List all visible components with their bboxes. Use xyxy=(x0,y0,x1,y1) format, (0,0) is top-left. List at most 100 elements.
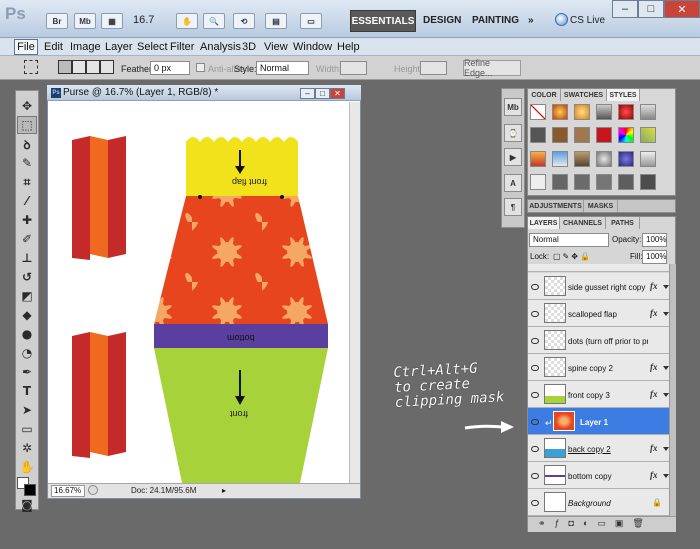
style-swatch[interactable] xyxy=(530,104,546,120)
eye-icon[interactable] xyxy=(531,392,539,398)
refine-edge-button[interactable]: Refine Edge... xyxy=(463,58,521,78)
fx-icon[interactable]: fx xyxy=(650,443,658,453)
fx-icon[interactable]: fx xyxy=(650,308,658,318)
layers-scrollbar[interactable] xyxy=(669,264,676,516)
crop-tool-icon[interactable]: ⌗ xyxy=(17,173,37,191)
lasso-tool-icon[interactable]: ꝺ xyxy=(17,135,37,153)
eye-icon[interactable] xyxy=(531,446,539,452)
3d-rotate-icon[interactable]: ✲ xyxy=(17,439,37,457)
brush-tool-icon[interactable]: ✐ xyxy=(17,230,37,248)
menu-layer[interactable]: Layer xyxy=(105,41,133,53)
style-swatch[interactable] xyxy=(640,104,656,120)
eye-icon[interactable] xyxy=(531,338,539,344)
rotate-view-icon[interactable]: ⟲ xyxy=(233,13,255,29)
cs-live-icon[interactable] xyxy=(555,13,568,26)
style-swatch[interactable] xyxy=(530,150,546,167)
style-swatch[interactable] xyxy=(574,104,590,120)
style-swatch[interactable] xyxy=(596,150,612,167)
menu-analysis[interactable]: Analysis xyxy=(200,41,241,53)
tab-masks[interactable]: MASKS xyxy=(584,200,618,212)
style-swatch[interactable] xyxy=(618,173,634,190)
move-tool-icon[interactable]: ✥ xyxy=(17,97,37,115)
menu-window[interactable]: Window xyxy=(293,41,332,53)
menu-filter[interactable]: Filter xyxy=(170,41,194,53)
style-swatch[interactable] xyxy=(640,127,656,144)
shape-tool-icon[interactable]: ▭ xyxy=(17,420,37,438)
style-swatch[interactable] xyxy=(596,104,612,120)
eyedropper-icon[interactable]: ⁄ xyxy=(17,192,37,210)
style-swatch[interactable] xyxy=(596,173,612,190)
menu-edit[interactable]: Edit xyxy=(44,41,63,53)
menu-select[interactable]: Select xyxy=(137,41,168,53)
menu-view[interactable]: View xyxy=(264,41,288,53)
intersect-selection-icon[interactable] xyxy=(100,60,114,74)
character-panel-icon[interactable]: A xyxy=(504,174,522,192)
mini-bridge-panel-icon[interactable]: Mb xyxy=(504,98,522,116)
document-zoom-field[interactable]: 16.67% xyxy=(51,485,85,497)
antialias-checkbox[interactable] xyxy=(196,63,205,72)
eye-icon[interactable] xyxy=(531,365,539,371)
style-swatch[interactable] xyxy=(596,127,612,144)
actions-panel-icon[interactable]: ▶ xyxy=(504,148,522,166)
clone-stamp-icon[interactable]: ⊥ xyxy=(17,249,37,267)
zoom-tool-icon[interactable]: 🔍 xyxy=(203,13,225,29)
fx-icon[interactable]: fx xyxy=(650,281,658,291)
maximize-button[interactable]: □ xyxy=(638,0,664,18)
hand-tool-icon[interactable]: ✋ xyxy=(176,13,198,29)
more-workspaces[interactable]: » xyxy=(528,15,534,26)
style-swatch[interactable] xyxy=(574,127,590,144)
layer-row-partial[interactable] xyxy=(528,264,669,272)
style-swatch[interactable] xyxy=(552,173,568,190)
eye-icon[interactable] xyxy=(531,500,539,506)
style-swatch[interactable] xyxy=(574,150,590,167)
style-swatch[interactable] xyxy=(552,104,568,120)
eye-icon[interactable] xyxy=(531,473,539,479)
opacity-input[interactable]: 100% xyxy=(642,233,667,247)
history-brush-icon[interactable]: ↺ xyxy=(17,268,37,286)
fx-icon[interactable]: fx xyxy=(650,362,658,372)
blend-mode-select[interactable]: Normal xyxy=(529,233,609,247)
new-selection-icon[interactable] xyxy=(58,60,72,74)
tab-color[interactable]: COLOR xyxy=(528,89,561,101)
subtract-selection-icon[interactable] xyxy=(86,60,100,74)
workspace-painting[interactable]: PAINTING xyxy=(472,15,519,26)
rectangular-marquee-icon[interactable]: ⬚ xyxy=(17,116,37,134)
cs-live-button[interactable]: CS Live xyxy=(570,15,605,26)
fill-input[interactable]: 100% xyxy=(642,250,667,264)
style-select[interactable]: Normal xyxy=(256,61,309,75)
paint-bucket-icon[interactable]: ◆ xyxy=(17,306,37,324)
screen-mode-icon[interactable]: ▭ xyxy=(300,13,322,29)
eye-icon[interactable] xyxy=(531,284,539,290)
pen-tool-icon[interactable]: ✒ xyxy=(17,363,37,381)
path-selection-icon[interactable]: ➤ xyxy=(17,401,37,419)
document-scrollbar[interactable] xyxy=(349,102,360,483)
bridge-icon[interactable]: Br xyxy=(46,13,68,29)
workspace-design[interactable]: DESIGN xyxy=(423,15,461,26)
marquee-preset-icon[interactable] xyxy=(24,60,38,74)
doc-minimize-button[interactable]: – xyxy=(300,88,315,99)
height-input[interactable] xyxy=(420,61,447,75)
eye-icon[interactable] xyxy=(531,311,539,317)
blur-tool-icon[interactable]: ● xyxy=(17,325,37,343)
style-swatch[interactable] xyxy=(530,173,546,190)
quick-mask-icon[interactable]: ◙ xyxy=(17,496,37,514)
hand-tool-panel-icon[interactable]: ✋ xyxy=(17,458,37,476)
style-swatch[interactable] xyxy=(640,150,656,167)
style-swatch[interactable] xyxy=(618,127,634,144)
tab-layers[interactable]: LAYERS xyxy=(528,217,560,229)
document-canvas[interactable] xyxy=(52,102,348,483)
quick-selection-icon[interactable]: ✎ xyxy=(17,154,37,172)
paragraph-panel-icon[interactable]: ¶ xyxy=(504,198,522,216)
tab-swatches[interactable]: SWATCHES xyxy=(561,89,607,101)
fx-icon[interactable]: fx xyxy=(650,470,658,480)
style-swatch[interactable] xyxy=(530,127,546,144)
eraser-tool-icon[interactable]: ◩ xyxy=(17,287,37,305)
fx-icon[interactable]: fx xyxy=(650,389,658,399)
mini-bridge-icon[interactable]: Mb xyxy=(74,13,96,29)
close-button[interactable]: ✕ xyxy=(664,0,700,18)
doc-close-button[interactable]: ✕ xyxy=(330,88,345,99)
document-size[interactable]: Doc: 24.1M/95.6M xyxy=(131,486,196,495)
status-menu-arrow-icon[interactable]: ▸ xyxy=(222,486,226,495)
menu-help[interactable]: Help xyxy=(337,41,360,53)
lock-icons[interactable]: ▢✎✥🔒 xyxy=(553,252,592,261)
